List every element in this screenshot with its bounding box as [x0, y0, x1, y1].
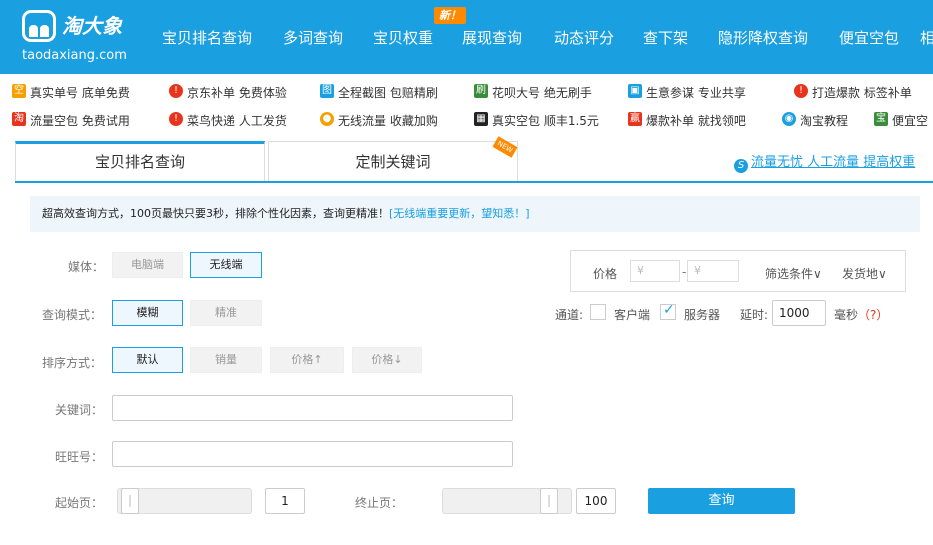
- header-bar: 淘大象 taodaxiang.com 宝贝排名查询 多词查询 宝贝权重 新！ 展…: [0, 0, 933, 74]
- sort-default-option[interactable]: 默认: [112, 347, 183, 373]
- media-label: 媒体：: [68, 260, 105, 274]
- price-dash: -: [682, 265, 687, 279]
- mode-fuzzy-option[interactable]: 模糊: [112, 300, 183, 326]
- price-label: 价格: [593, 267, 618, 281]
- promo-link[interactable]: 无线流量 收藏加购: [338, 112, 438, 129]
- promo-link[interactable]: 京东补单 免费体验: [187, 84, 287, 101]
- site-logo[interactable]: 淘大象 taodaxiang.com: [22, 8, 142, 68]
- nav-display-query[interactable]: 展现查询: [462, 27, 522, 48]
- tabs-underline: [15, 181, 933, 183]
- mode-label: 查询模式：: [42, 308, 103, 322]
- promo-link[interactable]: 全程截图 包赔精刷: [338, 84, 438, 101]
- delay-input[interactable]: 1000: [772, 300, 826, 326]
- chart-icon: ▣: [628, 84, 642, 98]
- media-mobile-option[interactable]: 无线端: [190, 252, 262, 278]
- price-min-input[interactable]: ¥: [630, 260, 680, 282]
- tab-rank-query[interactable]: 宝贝排名查询: [15, 141, 265, 181]
- start-page-slider[interactable]: [117, 488, 252, 514]
- end-page-label: 终止页：: [355, 496, 404, 510]
- client-label: 客户端: [614, 308, 651, 322]
- server-checkbox[interactable]: [660, 302, 676, 320]
- notice-text: 超高效查询方式，100页最快只要3秒，排除个性化因素，查询更精准！: [42, 207, 389, 220]
- tutorial-icon: ◉: [782, 112, 796, 126]
- traffic-promo-link[interactable]: S 流量无忧 人工流量 提高权重: [734, 151, 915, 173]
- sort-sales-option[interactable]: 销量: [190, 347, 262, 373]
- keyword-label: 关键词：: [55, 403, 104, 417]
- nav-cheap-package[interactable]: 便宜空包: [839, 27, 899, 48]
- kong-icon: 空: [12, 84, 26, 98]
- brush-icon: 刷: [474, 84, 488, 98]
- nav-multi-word[interactable]: 多词查询: [283, 27, 343, 48]
- price-max-input[interactable]: ¥: [687, 260, 739, 282]
- promo-row-1: 空 真实单号 底单免费 ! 京东补单 免费体验 图 全程截图 包赔精刷 刷 花呗…: [12, 80, 933, 102]
- channel-label: 通道:: [555, 308, 584, 322]
- nav-item-weight[interactable]: 宝贝权重: [373, 27, 433, 48]
- promo-link[interactable]: 真实空包 顺丰1.5元: [492, 112, 599, 129]
- elephant-icon: [22, 10, 56, 42]
- end-page-slider[interactable]: [442, 488, 572, 514]
- wangwang-label: 旺旺号：: [55, 450, 104, 464]
- filter-box: 价格 ¥ - ¥ 筛选条件∨ 发货地∨: [570, 250, 906, 292]
- start-page-handle[interactable]: [121, 488, 139, 514]
- start-page-label: 起始页：: [55, 496, 104, 510]
- swirl-icon: S: [734, 159, 748, 173]
- query-button[interactable]: 查询: [648, 488, 795, 514]
- notice-bar: 超高效查询方式，100页最快只要3秒，排除个性化因素，查询更精准！[无线端重要更…: [30, 196, 920, 232]
- promo-link[interactable]: 菜鸟快递 人工发货: [187, 112, 287, 129]
- nav-delisting[interactable]: 查下架: [643, 27, 688, 48]
- notice-update-link[interactable]: [无线端重要更新，望知悉！]: [389, 207, 530, 220]
- promo-link[interactable]: 真实单号 底单免费: [30, 84, 130, 101]
- package-icon: 宝: [874, 112, 888, 126]
- promo-link[interactable]: 便宜空: [892, 112, 928, 129]
- promo-link[interactable]: 生意参谋 专业共享: [646, 84, 746, 101]
- server-label: 服务器: [684, 308, 721, 322]
- filter-conditions-dropdown[interactable]: 筛选条件∨: [765, 265, 822, 282]
- mode-exact-option[interactable]: 精准: [190, 300, 262, 326]
- promo-link[interactable]: 花呗大号 绝无刷手: [492, 84, 592, 101]
- new-badge: 新！: [434, 7, 466, 24]
- ship-from-dropdown[interactable]: 发货地∨: [842, 265, 887, 282]
- exclaim-icon: !: [169, 112, 183, 126]
- box-icon: ▦: [474, 112, 488, 126]
- nav-hidden-demotion[interactable]: 隐形降权查询: [718, 27, 808, 48]
- end-page-handle[interactable]: [540, 488, 558, 514]
- logo-text-en: taodaxiang.com: [22, 48, 127, 63]
- sun-icon: ●: [320, 112, 334, 126]
- promo-link[interactable]: 流量空包 免费试用: [30, 112, 130, 129]
- wangwang-input[interactable]: [112, 441, 513, 467]
- sort-price-desc-option[interactable]: 价格↓: [352, 347, 422, 373]
- delay-label: 延时:: [740, 308, 769, 322]
- client-checkbox[interactable]: [590, 304, 606, 320]
- promo-link[interactable]: 爆款补单 就找领吧: [646, 112, 746, 129]
- help-icon[interactable]: （?）: [858, 306, 888, 323]
- promo-row-2: 淘 流量空包 免费试用 ! 菜鸟快递 人工发货 ● 无线流量 收藏加购 ▦ 真实…: [12, 108, 933, 130]
- sort-price-asc-option[interactable]: 价格↑: [270, 347, 344, 373]
- win-icon: 赢: [628, 112, 642, 126]
- nav-more[interactable]: 相: [920, 27, 933, 48]
- nav-dynamic-score[interactable]: 动态评分: [554, 27, 614, 48]
- keyword-input[interactable]: [112, 395, 513, 421]
- exclaim-icon: !: [794, 84, 808, 98]
- traffic-promo-text: 流量无忧 人工流量 提高权重: [751, 155, 916, 170]
- tab-custom-keyword[interactable]: 定制关键词: [268, 141, 518, 181]
- sort-label: 排序方式：: [42, 356, 103, 370]
- logo-text-cn: 淘大象: [62, 14, 122, 38]
- taobao-icon: 淘: [12, 112, 26, 126]
- promo-link[interactable]: 打造爆款 标签补单: [812, 84, 912, 101]
- nav-rank-query[interactable]: 宝贝排名查询: [162, 27, 252, 48]
- media-pc-option[interactable]: 电脑端: [112, 252, 183, 278]
- promo-link[interactable]: 淘宝教程: [800, 112, 848, 129]
- end-page-input[interactable]: 100: [576, 488, 616, 514]
- ms-label: 毫秒: [834, 308, 859, 322]
- picture-icon: 图: [320, 84, 334, 98]
- start-page-input[interactable]: 1: [265, 488, 305, 514]
- exclaim-icon: !: [169, 84, 183, 98]
